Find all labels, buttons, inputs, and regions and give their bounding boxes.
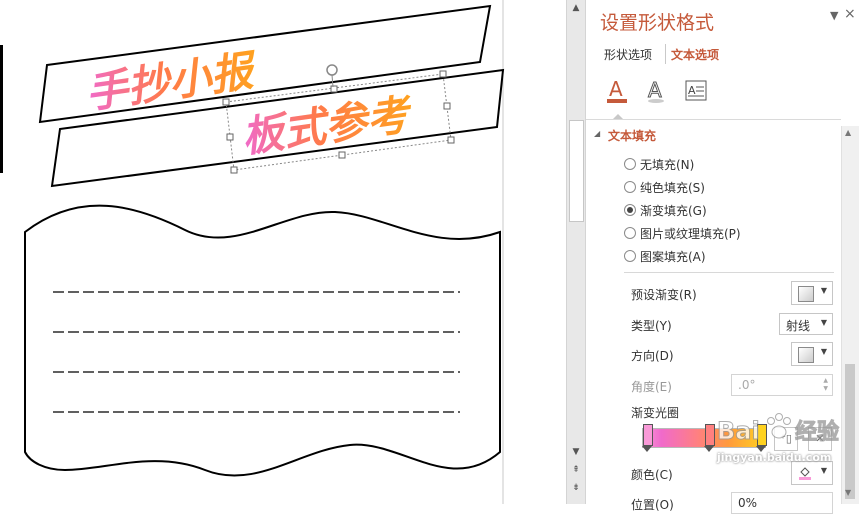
type-select[interactable]: 射线 ▼ xyxy=(779,313,833,335)
resize-handle xyxy=(338,151,346,159)
slide-artwork: 手抄小报 板式参考 xyxy=(0,0,505,504)
angle-label: 角度(E) xyxy=(631,380,672,394)
resize-handle xyxy=(447,136,455,144)
next-slide-icon[interactable]: ⇟ xyxy=(567,480,585,496)
slide-vertical-scrollbar[interactable]: ▲ ▼ ⇞ ⇟ xyxy=(566,0,585,504)
scroll-up-icon[interactable]: ▲ xyxy=(567,0,585,16)
stop-pointer xyxy=(642,446,652,452)
angle-value: .0° xyxy=(738,378,756,392)
tab-text-options[interactable]: 文本选项 xyxy=(671,46,719,63)
resize-handle xyxy=(330,85,338,93)
svg-text:A: A xyxy=(688,84,696,97)
svg-text:A: A xyxy=(648,78,662,102)
chevron-down-icon: ▼ xyxy=(820,347,827,356)
pane-options-dropdown-icon[interactable]: ▼ xyxy=(830,9,838,22)
resize-handle xyxy=(222,98,230,106)
spin-down-icon[interactable]: ▼ xyxy=(823,385,828,392)
pane-title: 设置形状格式 xyxy=(600,12,715,34)
svg-text:A: A xyxy=(609,78,623,101)
radio-button[interactable] xyxy=(624,158,636,170)
section-text-fill[interactable]: 文本填充 xyxy=(608,127,656,144)
radio-button[interactable] xyxy=(624,204,636,216)
group-divider xyxy=(624,272,834,273)
stop-pointer xyxy=(704,446,714,452)
position-label: 位置(O) xyxy=(631,498,674,512)
direction-swatch xyxy=(798,347,814,363)
radio-button[interactable] xyxy=(624,250,636,262)
tab-shape-options[interactable]: 形状选项 xyxy=(604,46,652,63)
tab-divider xyxy=(665,44,666,64)
gradient-swatch xyxy=(798,286,814,302)
resize-handle xyxy=(226,133,234,141)
pane-divider xyxy=(586,119,841,120)
radio-button[interactable] xyxy=(624,181,636,193)
resize-handle xyxy=(443,102,451,110)
previous-slide-icon[interactable]: ⇞ xyxy=(567,462,585,478)
wavy-content-box xyxy=(24,204,501,477)
preset-gradient-label: 预设渐变(R) xyxy=(631,288,697,302)
type-label: 类型(Y) xyxy=(631,319,672,333)
resize-handle xyxy=(439,70,447,78)
baidu-watermark: Bai 经验 jingyan.baidu.com xyxy=(715,405,855,475)
color-label: 颜色(C) xyxy=(631,468,673,482)
direction-label: 方向(D) xyxy=(631,349,674,363)
close-icon[interactable]: × xyxy=(844,6,856,22)
svg-text:Bai: Bai xyxy=(717,417,760,445)
text-fill-outline-icon[interactable]: A xyxy=(606,77,628,104)
position-value: 0% xyxy=(738,496,758,510)
text-effects-icon[interactable]: A xyxy=(645,78,667,104)
scroll-down-icon[interactable]: ▼ xyxy=(845,488,851,497)
position-spinner[interactable]: 0% xyxy=(731,492,833,514)
direction-dropdown[interactable]: ▼ xyxy=(791,342,833,366)
chevron-down-icon: ▼ xyxy=(820,286,827,295)
scroll-down-icon[interactable]: ▼ xyxy=(567,444,585,460)
text-box-icon[interactable]: A xyxy=(685,78,707,104)
resize-handle xyxy=(230,166,238,174)
wordart-title-2[interactable]: 板式参考 xyxy=(239,89,417,162)
preset-gradient-dropdown[interactable]: ▼ xyxy=(791,281,833,305)
type-value: 射线 xyxy=(786,319,811,333)
watermark-text: jingyan.baidu.com xyxy=(717,451,832,464)
gradient-stops-label: 渐变光圈 xyxy=(631,406,680,420)
chevron-down-icon: ▼ xyxy=(820,318,827,327)
angle-spinner[interactable]: .0° ▲ ▼ xyxy=(731,374,833,396)
slide-left-edge-mark xyxy=(0,45,3,173)
gradient-stop-handle[interactable] xyxy=(705,424,715,446)
scroll-up-icon[interactable]: ▲ xyxy=(845,128,851,137)
baidu-logo: Bai 经验 xyxy=(717,413,840,446)
radio-button[interactable] xyxy=(624,227,636,239)
triangle-down-icon[interactable]: ◢ xyxy=(594,129,600,138)
slide-canvas[interactable]: 手抄小报 板式参考 xyxy=(0,0,566,504)
svg-text:经验: 经验 xyxy=(795,419,839,445)
scrollbar-thumb[interactable] xyxy=(569,120,584,222)
spin-up-icon[interactable]: ▲ xyxy=(823,377,828,384)
gradient-stop-handle[interactable] xyxy=(643,424,653,446)
